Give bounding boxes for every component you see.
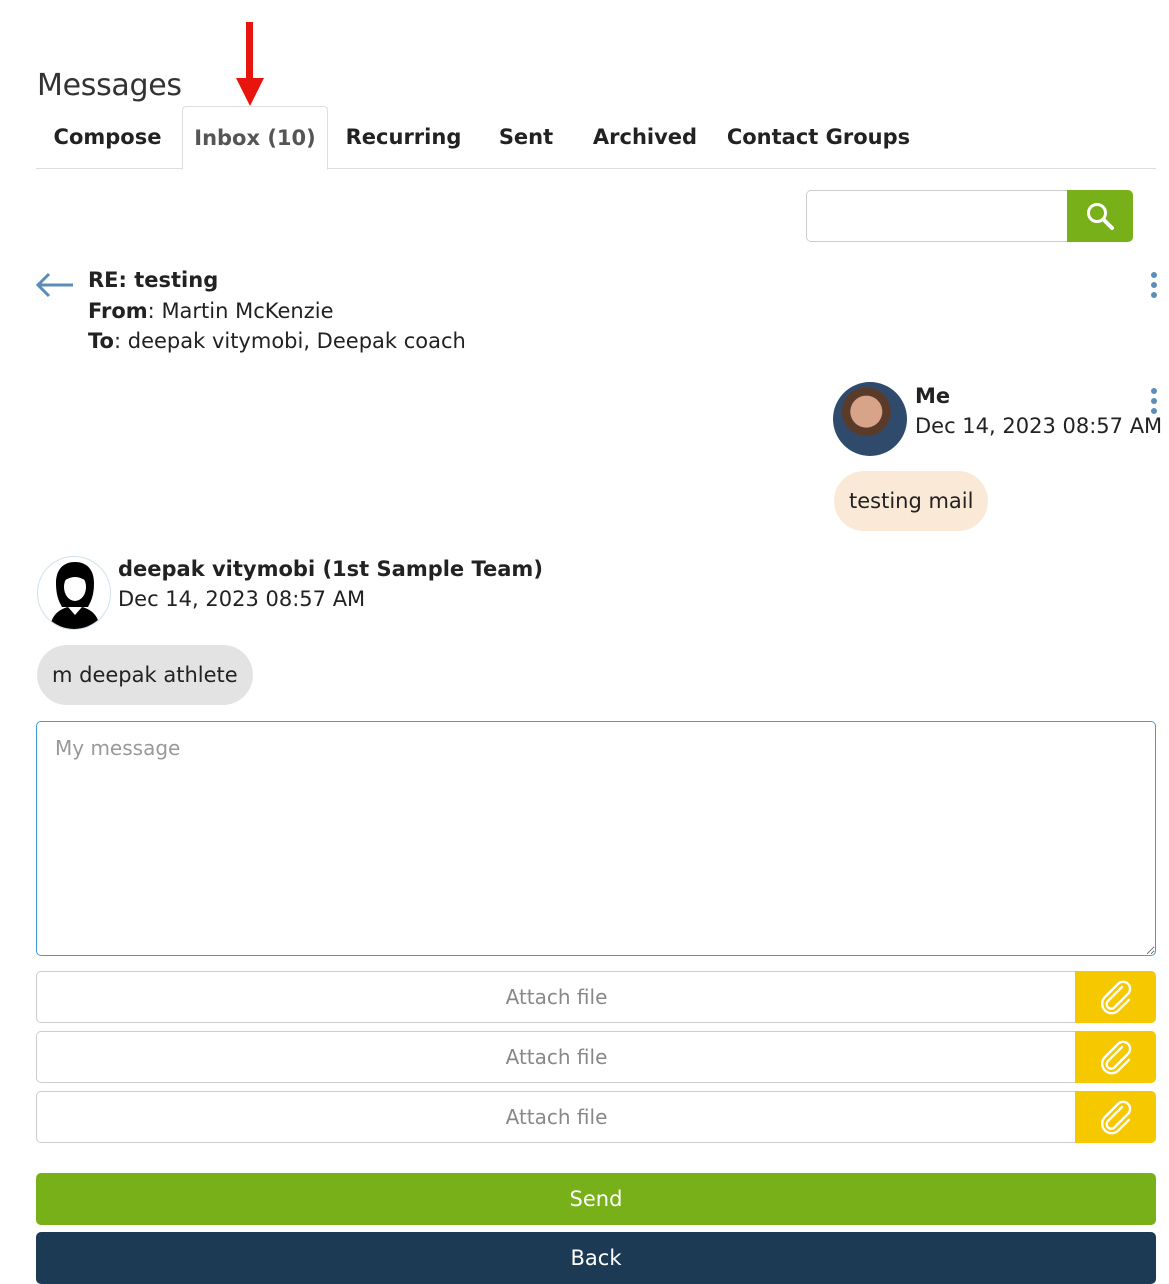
back-arrow-icon[interactable]: [35, 272, 75, 298]
attach-file-input[interactable]: Attach file: [36, 1091, 1076, 1143]
search-input[interactable]: [806, 190, 1069, 242]
message-textarea[interactable]: [36, 721, 1156, 956]
tab-inbox[interactable]: Inbox (10): [182, 106, 328, 170]
from-label: From: [88, 299, 148, 323]
user-silhouette-icon: [50, 562, 100, 629]
attach-file-row: Attach file: [36, 1031, 1156, 1083]
tab-archived[interactable]: Archived: [584, 106, 706, 169]
message-options-kebab-icon[interactable]: [1149, 388, 1159, 418]
paperclip-icon: [1100, 1100, 1131, 1135]
message-sender: deepak vitymobi (1st Sample Team): [118, 557, 543, 581]
message-bubble-received: m deepak athlete: [37, 645, 253, 705]
message-bubble-sent: testing mail: [834, 471, 989, 531]
thread-subject: RE: testing: [88, 268, 219, 292]
attach-file-row: Attach file: [36, 971, 1156, 1023]
attach-file-input[interactable]: Attach file: [36, 1031, 1076, 1083]
thread-to: To: deepak vitymobi, Deepak coach: [88, 329, 466, 353]
search-icon: [1087, 203, 1114, 230]
tab-inbox-label: Inbox (10): [194, 126, 316, 150]
page-title: Messages: [37, 68, 182, 103]
to-label: To: [88, 329, 114, 353]
back-button[interactable]: Back: [36, 1232, 1156, 1284]
to-value: deepak vitymobi, Deepak coach: [127, 329, 466, 353]
avatar-placeholder: [37, 556, 111, 630]
paperclip-icon: [1100, 1040, 1131, 1075]
message-date: Dec 14, 2023 08:57 AM: [118, 587, 366, 611]
tab-recurring[interactable]: Recurring: [336, 106, 471, 169]
avatar-me: [833, 382, 907, 456]
attach-file-button[interactable]: [1075, 1091, 1156, 1143]
from-value: Martin McKenzie: [161, 299, 334, 323]
tab-contact-groups[interactable]: Contact Groups: [726, 106, 911, 169]
attach-file-row: Attach file: [36, 1091, 1156, 1143]
tab-sent[interactable]: Sent: [486, 106, 566, 169]
search-button[interactable]: [1067, 190, 1133, 242]
thread-options-kebab-icon[interactable]: [1149, 272, 1159, 302]
message-sender: Me: [915, 384, 951, 408]
annotation-arrow-icon: [236, 22, 264, 106]
paperclip-icon: [1100, 980, 1131, 1015]
message-date: Dec 14, 2023 08:57 AM: [915, 414, 1163, 438]
attach-file-button[interactable]: [1075, 1031, 1156, 1083]
attach-file-input[interactable]: Attach file: [36, 971, 1076, 1023]
thread-from: From: Martin McKenzie: [88, 299, 334, 323]
tab-compose[interactable]: Compose: [36, 106, 179, 169]
message-tabs: Compose Inbox (10) Recurring Sent Archiv…: [36, 106, 1156, 170]
attach-file-button[interactable]: [1075, 971, 1156, 1023]
send-button[interactable]: Send: [36, 1173, 1156, 1225]
